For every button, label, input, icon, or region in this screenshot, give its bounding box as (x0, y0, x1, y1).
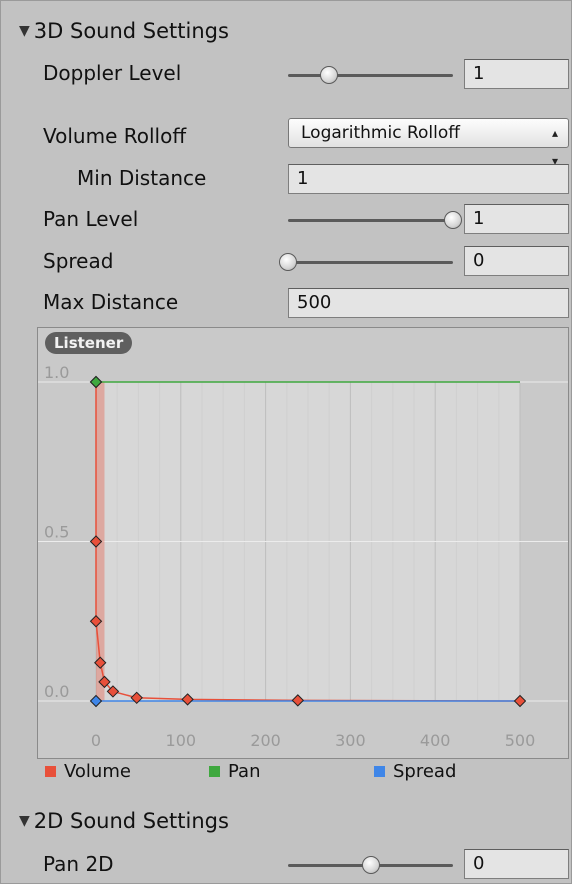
legend-swatch (45, 766, 56, 777)
doppler-level-slider[interactable] (288, 60, 453, 90)
pan-2d-label: Pan 2D (43, 852, 114, 876)
foldout-arrow-icon[interactable]: ▼ (19, 813, 30, 829)
spread-slider[interactable] (279, 247, 453, 277)
pan-level-field[interactable]: 1 (464, 204, 569, 234)
doppler-level-field[interactable]: 1 (464, 59, 569, 89)
x-tick-label: 100 (166, 731, 197, 750)
x-tick-label: 200 (250, 731, 281, 750)
x-tick-label: 500 (505, 731, 536, 750)
min-distance-field[interactable]: 1 (288, 164, 569, 194)
x-tick-label: 300 (335, 731, 366, 750)
spread-field[interactable]: 0 (464, 246, 569, 276)
dropdown-value: Logarithmic Rolloff (301, 123, 460, 143)
listener-tab[interactable]: Listener (45, 332, 133, 354)
spread-label: Spread (43, 249, 114, 273)
section-2d-sound-settings[interactable]: ▼ 2D Sound Settings (19, 809, 229, 833)
y-tick-label: 0.0 (44, 682, 69, 701)
pan-level-slider[interactable] (288, 205, 462, 235)
volume-rolloff-label: Volume Rolloff (43, 124, 187, 148)
audio-source-inspector: ▼ 3D Sound Settings Doppler Level 1 Volu… (0, 0, 572, 884)
slider-thumb[interactable] (320, 66, 339, 84)
pan-level-label: Pan Level (43, 207, 139, 231)
y-tick-label: 1.0 (44, 363, 69, 382)
legend-pan[interactable]: Pan (209, 761, 260, 782)
legend-spread[interactable]: Spread (374, 761, 456, 782)
section-3d-sound-settings[interactable]: ▼ 3D Sound Settings (19, 19, 229, 43)
legend-label: Spread (393, 761, 457, 782)
min-distance-label: Min Distance (77, 166, 207, 190)
slider-track (288, 261, 453, 264)
legend-volume[interactable]: Volume (45, 761, 131, 782)
slider-thumb[interactable] (361, 856, 380, 874)
section-title: 2D Sound Settings (33, 809, 229, 833)
legend-swatch (374, 766, 385, 777)
x-tick-label: 400 (420, 731, 451, 750)
slider-thumb[interactable] (279, 253, 297, 271)
doppler-level-label: Doppler Level (43, 61, 182, 85)
slider-thumb[interactable] (444, 211, 462, 229)
max-distance-label: Max Distance (43, 290, 179, 314)
legend-swatch (209, 766, 220, 777)
max-distance-field[interactable]: 500 (288, 288, 569, 318)
section-title: 3D Sound Settings (33, 19, 229, 43)
slider-track (288, 219, 453, 222)
rolloff-chart[interactable]: 0.0 0.5 1.0 0 100 200 300 400 500 (38, 328, 568, 758)
foldout-arrow-icon[interactable]: ▼ (19, 23, 30, 39)
rolloff-graph[interactable]: 0.0 0.5 1.0 0 100 200 300 400 500 (37, 327, 569, 759)
legend-label: Volume (64, 761, 131, 782)
pan-2d-field[interactable]: 0 (464, 849, 569, 879)
x-tick-label: 0 (91, 731, 101, 750)
y-tick-label: 0.5 (44, 523, 69, 542)
volume-rolloff-dropdown[interactable]: Logarithmic Rolloff ▴ ▾ (288, 118, 569, 168)
slider-track (288, 74, 453, 77)
pan-2d-slider[interactable] (288, 850, 453, 880)
legend-label: Pan (228, 761, 261, 782)
